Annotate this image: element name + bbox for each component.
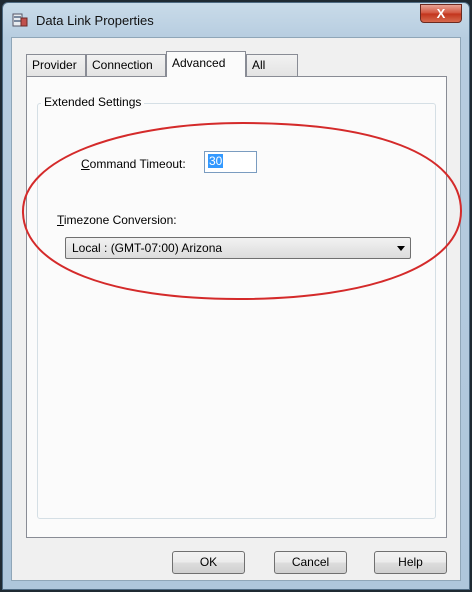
ok-button[interactable]: OK	[172, 551, 245, 574]
timezone-conversion-select[interactable]: Local : (GMT-07:00) Arizona	[65, 237, 411, 259]
dialog-client-area: Provider Connection Advanced All Extende…	[11, 37, 461, 581]
close-icon: X	[436, 6, 446, 21]
tab-advanced[interactable]: Advanced	[166, 51, 246, 77]
timezone-selected-value: Local : (GMT-07:00) Arizona	[72, 241, 223, 255]
command-timeout-input[interactable]: 30	[204, 151, 257, 173]
command-timeout-value: 30	[208, 154, 224, 168]
cancel-button[interactable]: Cancel	[274, 551, 347, 574]
timezone-conversion-accelerator: T	[57, 213, 64, 227]
timezone-conversion-label: Timezone Conversion:	[57, 213, 177, 227]
title-bar[interactable]: Data Link Properties X	[3, 3, 469, 37]
window-title: Data Link Properties	[36, 13, 154, 28]
command-timeout-label: Command Timeout:	[81, 157, 186, 171]
tab-all[interactable]: All	[246, 54, 298, 76]
command-timeout-accelerator: C	[81, 157, 90, 171]
tab-provider[interactable]: Provider	[26, 54, 86, 76]
command-timeout-label-text: ommand Timeout:	[89, 157, 186, 171]
advanced-tab-panel: Extended Settings Command Timeout: 30 Ti…	[26, 76, 447, 538]
close-button[interactable]: X	[420, 4, 462, 23]
chevron-down-icon[interactable]	[397, 246, 405, 251]
help-button[interactable]: Help	[374, 551, 447, 574]
group-title: Extended Settings	[41, 95, 145, 109]
timezone-conversion-label-text: imezone Conversion:	[63, 213, 177, 227]
tab-connection[interactable]: Connection	[86, 54, 166, 76]
data-link-icon	[12, 12, 28, 28]
dialog-window: Data Link Properties X Provider Connecti…	[2, 2, 470, 590]
